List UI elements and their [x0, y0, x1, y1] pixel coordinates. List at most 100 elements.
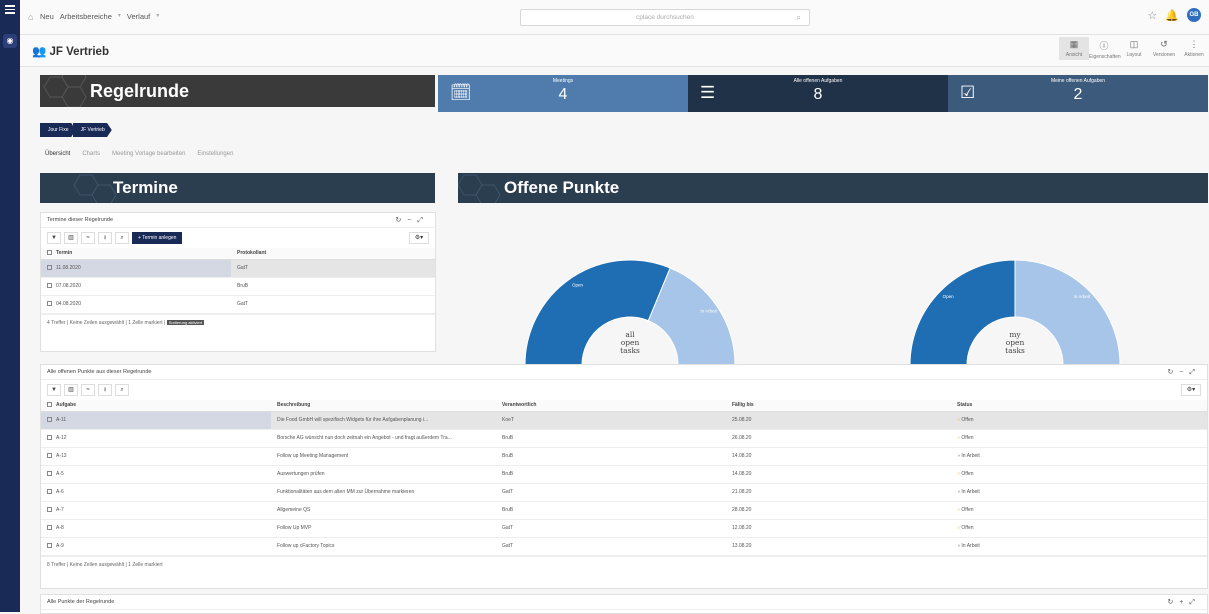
- col-status[interactable]: Status: [951, 400, 1207, 412]
- col-beschreibung[interactable]: Beschreibung: [271, 400, 496, 412]
- table-row[interactable]: A-5 Auswertungen prüfen BruB 14.08.20 ○ Offe…: [41, 465, 1207, 484]
- termine-panel: Termine dieser Regelrunde ↻−⤢ ▼ ▥ ≈ ⭳ ⌕ + Ter…: [40, 212, 436, 352]
- pie-slice[interactable]: [909, 259, 1016, 366]
- search-icon[interactable]: ⌕: [115, 384, 129, 396]
- checkbox[interactable]: [47, 489, 52, 495]
- panel-actions[interactable]: ↻−⤢: [395, 213, 429, 228]
- search-input[interactable]: cplace durchsuchen ⌕: [520, 9, 810, 26]
- sort-icon[interactable]: ≈: [81, 232, 95, 244]
- cell: 11.08.2020: [56, 265, 81, 271]
- checkbox[interactable]: [47, 435, 52, 441]
- table-cell: ○ Offen: [951, 501, 1207, 520]
- tab-einstellungen[interactable]: Einstellungen: [197, 151, 233, 157]
- panel-actions[interactable]: ↻−⤢: [1167, 365, 1201, 380]
- gear-icon[interactable]: ⚙▾: [1181, 384, 1201, 396]
- table-row[interactable]: A-6 Funktionalitäten aus dem alten MM zur…: [41, 483, 1207, 502]
- table-cell: A-7: [41, 501, 271, 520]
- table-row[interactable]: A-8 Follow Up MVP GatT 12.08.20 ○ Offen: [41, 519, 1207, 538]
- checkbox[interactable]: [47, 265, 52, 271]
- filter-icon[interactable]: ▼: [47, 384, 61, 396]
- table-row[interactable]: 04.08.2020 GatT: [41, 295, 435, 314]
- table-cell: A-13: [41, 447, 271, 466]
- add-termin-button[interactable]: + Termin anlegen: [132, 232, 183, 244]
- panel-actions[interactable]: ↻+⤢: [1167, 595, 1201, 610]
- col-faellig[interactable]: Fällig bis: [726, 400, 951, 412]
- col-protokollant[interactable]: Protokollant: [231, 248, 435, 260]
- tool-layout[interactable]: ◫ Layout: [1119, 37, 1149, 60]
- breadcrumb-jf-vertrieb[interactable]: JF Vertrieb: [72, 123, 112, 137]
- gear-icon[interactable]: ⚙▾: [409, 232, 429, 244]
- table-cell: 12.08.20: [726, 519, 951, 538]
- checkbox[interactable]: [47, 417, 52, 423]
- sort-icon[interactable]: ≈: [81, 384, 95, 396]
- col-termin[interactable]: Termin: [41, 248, 231, 260]
- cell-text: BruB: [502, 507, 514, 513]
- checkbox[interactable]: [47, 402, 52, 408]
- table-row[interactable]: 11.08.2020 GatT: [41, 259, 435, 278]
- checkbox[interactable]: [47, 507, 52, 513]
- nav-verlauf[interactable]: Verlauf: [127, 12, 150, 21]
- checkbox[interactable]: [47, 525, 52, 531]
- checkbox[interactable]: [47, 301, 52, 307]
- tab-charts[interactable]: Charts: [82, 151, 100, 157]
- tab-meeting-vorlage[interactable]: Meeting Vorlage bearbeiten: [112, 151, 185, 157]
- table-row[interactable]: A-7 Allgemeine QS BruB 28.08.20 ○ Offen: [41, 501, 1207, 520]
- table-cell: ◑ In Arbeit: [951, 483, 1207, 502]
- columns-icon[interactable]: ▥: [64, 232, 78, 244]
- bell-icon[interactable]: 🔔: [1165, 9, 1179, 22]
- filter-icon[interactable]: ▼: [47, 232, 61, 244]
- table-row[interactable]: 07.08.2020 BruB: [41, 277, 435, 296]
- home-icon[interactable]: ⌂: [28, 12, 33, 22]
- slice-label: In Arbeit: [700, 308, 717, 313]
- cell-text: GatT: [502, 489, 514, 495]
- section-title: Offene Punkte: [504, 178, 620, 197]
- table-row[interactable]: A-13 Follow up Meeting Management BruB 14.0…: [41, 447, 1207, 466]
- avatar[interactable]: GB: [1187, 8, 1201, 22]
- table-cell: ◑ In Arbeit: [951, 447, 1207, 466]
- checkbox[interactable]: [47, 543, 52, 549]
- nav-neu[interactable]: Neu: [40, 12, 54, 21]
- table-cell: BruB: [496, 465, 726, 484]
- tab-uebersicht[interactable]: Übersicht: [45, 151, 70, 157]
- checkbox[interactable]: [47, 471, 52, 477]
- cell-text: A-13: [56, 453, 67, 459]
- pie-slice[interactable]: [524, 259, 671, 366]
- export-icon[interactable]: ⭳: [98, 232, 112, 244]
- table-cell: 14.08.20: [726, 447, 951, 466]
- stat-value: 4: [558, 86, 568, 103]
- table-cell: Follow Up MVP: [271, 519, 496, 538]
- cell-text: 12.08.20: [732, 525, 752, 531]
- charts-area: OpenIn ArbeitallopentasksOpen In Arbeitmy…: [524, 259, 1121, 366]
- cell-text: Offen: [961, 417, 974, 423]
- menu-icon[interactable]: [5, 5, 15, 14]
- col-verantwortlich[interactable]: Verantwortlich: [496, 400, 726, 412]
- breadcrumb-jour-fixe[interactable]: Jour Fixe: [40, 123, 76, 137]
- search-icon[interactable]: ⌕: [115, 232, 129, 244]
- termine-banner: Termine: [40, 173, 435, 203]
- cell: GatT: [237, 301, 249, 307]
- tool-aktionen[interactable]: ⋮ Aktionen: [1179, 37, 1209, 60]
- pie-slice[interactable]: [1014, 259, 1121, 366]
- panel-title: Alle offenen Punkte aus dieser Regelrund…: [47, 369, 152, 375]
- table-row[interactable]: A-11 Die Food GmbH will spezifisch Widget…: [41, 411, 1207, 430]
- checkbox[interactable]: [47, 250, 52, 256]
- tool-ansicht[interactable]: ▦ Ansicht: [1059, 37, 1089, 60]
- tool-versionen[interactable]: ↺ Versionen: [1149, 37, 1179, 60]
- columns-icon[interactable]: ▥: [64, 384, 78, 396]
- table-row[interactable]: A-9 Follow up cFactory Topics GatT 13.08.20…: [41, 537, 1207, 556]
- table-row[interactable]: A-12 Borsche AG wünscht nun doch zeitnah …: [41, 429, 1207, 448]
- cell-text: A-9: [56, 543, 64, 549]
- table-toolbar: ▼ ▥ ≈ ⭳ ⌕ + Termin anlegen ⚙▾: [41, 228, 435, 248]
- col-aufgabe[interactable]: Aufgabe: [41, 400, 271, 412]
- table-cell: GatT: [496, 537, 726, 556]
- checkbox[interactable]: [47, 283, 52, 289]
- nav-arbeitsbereiche[interactable]: Arbeitsbereiche: [60, 12, 112, 21]
- export-icon[interactable]: ⭳: [98, 384, 112, 396]
- tool-eigenschaften[interactable]: ⓘ Eigenschaften: [1089, 37, 1121, 60]
- cell: BruB: [237, 283, 249, 289]
- eye-icon[interactable]: ◉: [3, 34, 17, 48]
- tab-bar: Übersicht Charts Meeting Vorlage bearbei…: [45, 151, 233, 157]
- panel-footer: 4 Treffer | Keine Zeilen ausgewählt | 1 …: [41, 313, 435, 331]
- star-icon[interactable]: ☆: [1147, 9, 1157, 22]
- checkbox[interactable]: [47, 453, 52, 459]
